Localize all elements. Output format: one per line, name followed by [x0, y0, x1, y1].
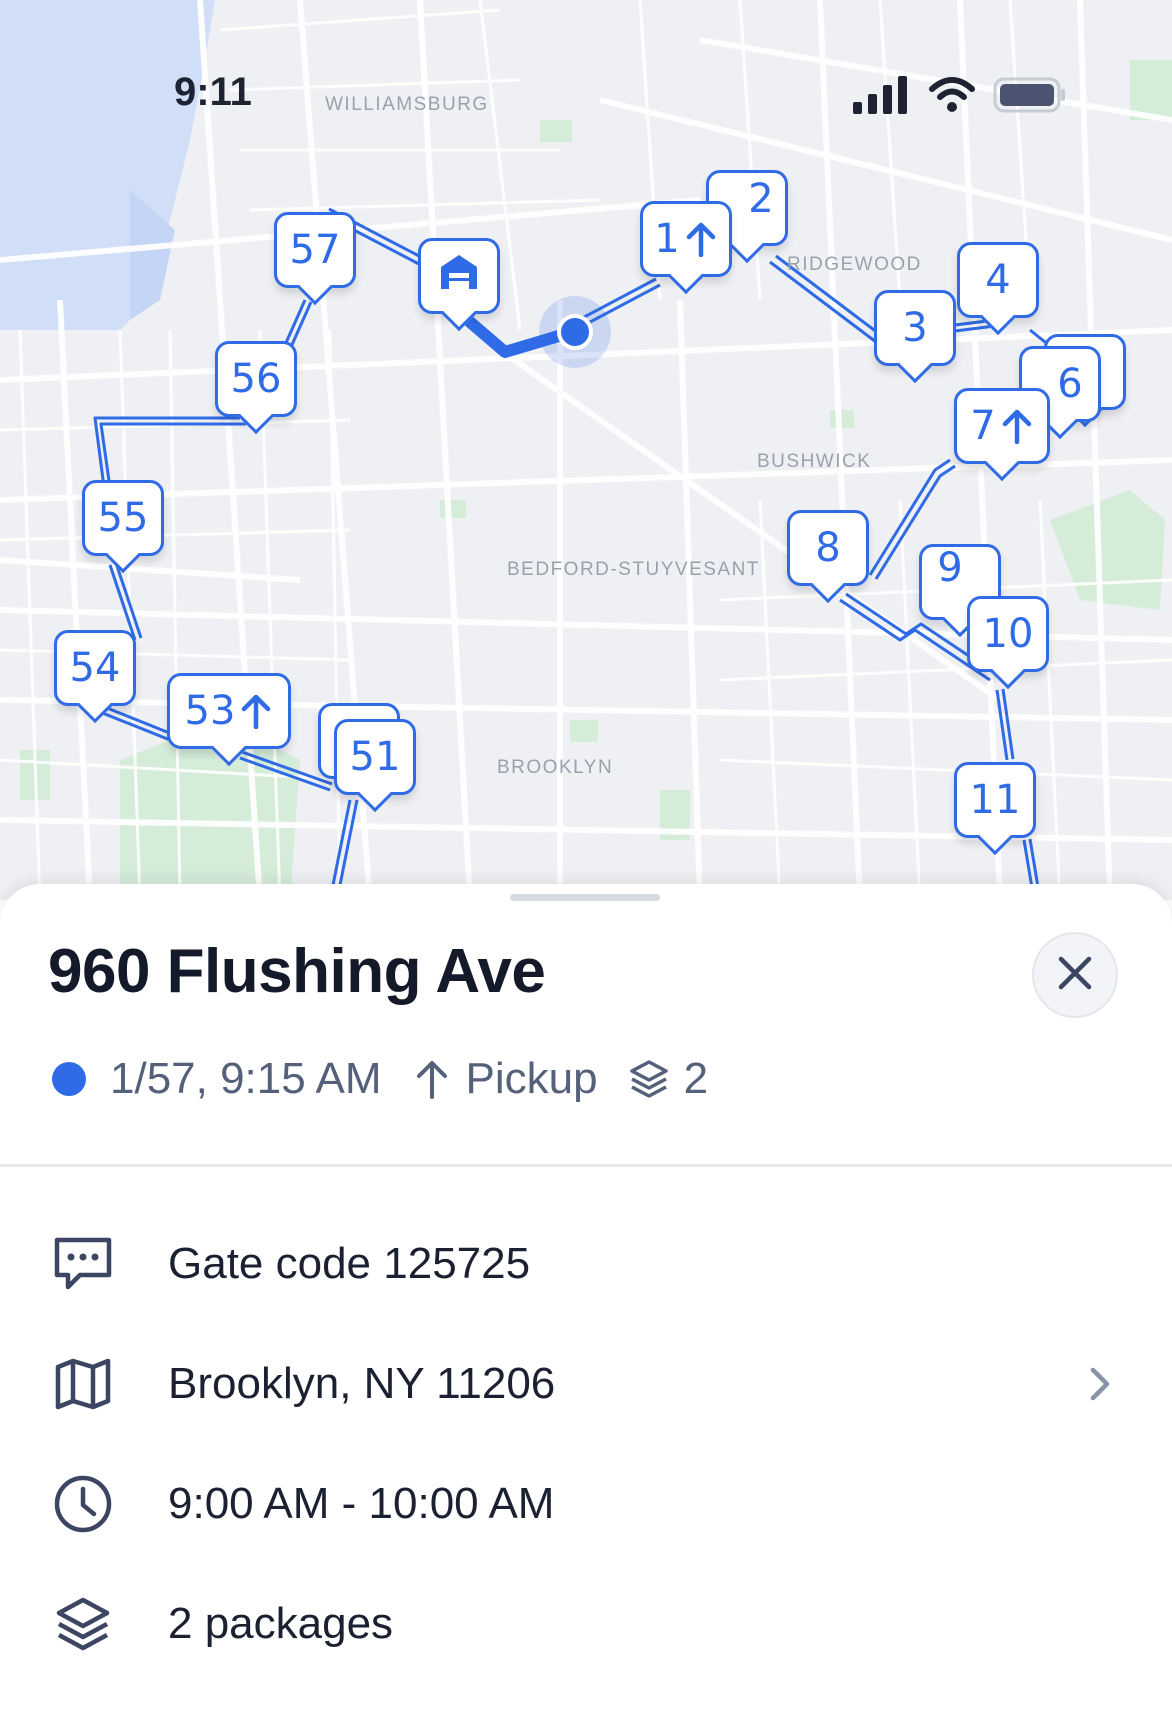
stop-number: 9	[937, 545, 963, 591]
close-button[interactable]	[1032, 932, 1118, 1018]
stop-number: 56	[230, 356, 282, 402]
stop-sequence-time: 1/57, 9:15 AM	[110, 1054, 382, 1103]
packages-text: 2 packages	[168, 1599, 394, 1648]
stop-marker[interactable]: 11	[954, 762, 1036, 838]
stop-marker-pickup[interactable]: 1	[640, 201, 732, 277]
district-label: RIDGEWOOD	[787, 254, 922, 275]
status-bar: 9:11	[0, 62, 1172, 132]
stop-marker[interactable]: 55	[82, 480, 164, 556]
status-dot	[52, 1062, 86, 1096]
route-map[interactable]: WILLIAMSBURG RIDGEWOOD BUSHWICK BEDFORD-…	[0, 0, 1172, 900]
pickup-arrow-icon	[684, 221, 718, 257]
district-label: BUSHWICK	[757, 451, 872, 472]
stop-number: 11	[969, 777, 1021, 823]
divider	[0, 1164, 1172, 1167]
city-state-zip-text: Brooklyn, NY 11206	[168, 1359, 556, 1408]
battery-icon	[993, 76, 1067, 119]
stop-address-title: 960 Flushing Ave	[48, 937, 546, 1006]
stop-detail-sheet: 960 Flushing Ave 1/57, 9:15 AM Pickup 2 …	[0, 884, 1172, 1728]
layers-icon	[52, 1593, 114, 1655]
time-window-text: 9:00 AM - 10:00 AM	[168, 1479, 555, 1528]
sheet-grabber[interactable]	[510, 894, 660, 901]
message-icon	[52, 1233, 114, 1295]
pickup-arrow-icon	[1000, 408, 1034, 444]
layers-icon	[628, 1058, 670, 1100]
stop-number: 2	[748, 176, 774, 222]
package-count: 2	[683, 1054, 709, 1103]
close-icon	[1055, 953, 1095, 998]
district-label: BEDFORD-STUYVESANT	[507, 559, 760, 580]
pickup-arrow-icon	[239, 693, 273, 729]
detail-row-time-window: 9:00 AM - 10:00 AM	[52, 1469, 1132, 1539]
stop-number: 3	[902, 305, 928, 351]
stop-marker[interactable]: 10	[967, 596, 1049, 672]
stop-marker[interactable]: 57	[274, 212, 356, 288]
stop-marker[interactable]: 3	[874, 290, 956, 366]
stop-marker-pickup[interactable]: 7	[954, 388, 1050, 464]
gate-code-text: Gate code 125725	[168, 1239, 531, 1288]
stop-number: 10	[982, 611, 1034, 657]
stop-number: 8	[815, 525, 841, 571]
stop-marker-pickup[interactable]: 53	[167, 673, 291, 749]
stop-number: 7	[970, 403, 996, 449]
map-icon	[52, 1353, 114, 1415]
stop-number: 6	[1057, 361, 1083, 407]
stop-number: 51	[349, 734, 401, 780]
pickup-arrow-icon	[412, 1057, 452, 1101]
wifi-icon	[929, 77, 975, 118]
depot-marker[interactable]	[418, 238, 500, 314]
stop-marker[interactable]: 54	[54, 630, 136, 706]
signal-icon	[853, 76, 911, 119]
district-label: BROOKLYN	[497, 757, 614, 778]
stop-marker[interactable]: 56	[215, 341, 297, 417]
stop-type: Pickup	[465, 1054, 598, 1103]
stop-number: 1	[654, 216, 680, 262]
status-time: 9:11	[174, 70, 252, 114]
stop-marker[interactable]: 4	[957, 242, 1039, 318]
stop-number: 55	[97, 495, 149, 541]
stop-number: 54	[69, 645, 121, 691]
stop-marker[interactable]: 51	[334, 719, 416, 795]
detail-row-packages: 2 packages	[52, 1589, 1132, 1659]
detail-row-address[interactable]: Brooklyn, NY 11206	[52, 1349, 1132, 1419]
stop-number: 57	[289, 227, 341, 273]
clock-icon	[52, 1473, 114, 1535]
chevron-right-icon[interactable]	[1088, 1365, 1112, 1408]
stop-number: 4	[985, 257, 1011, 303]
stop-meta: 1/57, 9:15 AM Pickup 2	[52, 1054, 708, 1104]
stop-marker[interactable]: 8	[787, 510, 869, 586]
detail-row-notes: Gate code 125725	[52, 1229, 1132, 1299]
stop-number: 53	[184, 688, 236, 734]
warehouse-icon	[438, 251, 480, 301]
